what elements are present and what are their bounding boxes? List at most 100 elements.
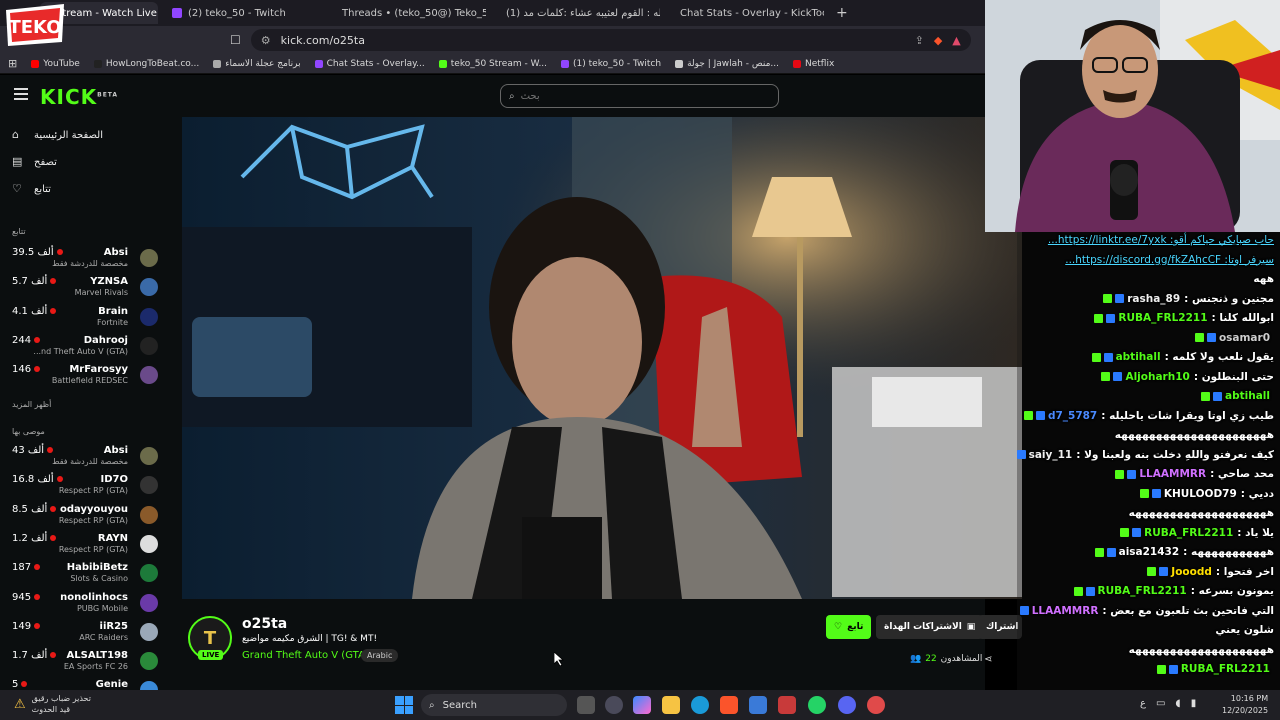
sidebar-channel[interactable]: 187 HabibiBetz Slots & Casino [12,560,162,586]
chat-username[interactable]: aisa21432 [1119,546,1180,558]
chat-username[interactable]: LLAAMMRR [1032,605,1099,617]
chat-username[interactable]: RUBA_FRL2211 [1144,527,1233,539]
chat-username[interactable]: LLAAMMRR [1139,468,1206,480]
apps-grid-icon[interactable]: ⊞ [8,57,17,70]
copilot-icon[interactable] [633,696,651,714]
store-icon[interactable] [749,696,767,714]
share-stream-icon[interactable]: ⋖ [984,654,992,665]
channel-category: ...nd Theft Auto V (GTA) [33,346,128,356]
chat-username[interactable]: abtihall [1116,351,1161,363]
bookmark-item[interactable]: (1) teko_50 - Twitch [561,59,661,69]
brave-shield-icon[interactable]: ◆ [934,34,942,47]
show-more-link[interactable]: أظهر المزيد [12,400,51,409]
kick-logo[interactable]: KICKBETA [40,85,118,109]
sidebar-channel[interactable]: 5 Genie [12,677,162,690]
bookmark-item[interactable]: YouTube [31,59,80,69]
bookmark-item[interactable]: برنامج عجلة الاسماء [213,59,301,69]
edge-icon[interactable] [691,696,709,714]
widgets-icon[interactable] [605,696,623,714]
chat-username[interactable]: KHULOOD79 [1164,488,1237,500]
sidebar-channel[interactable]: 43 ألف Absi مخصصة للدردشة فقط [12,443,162,469]
sub-badge-icon [1151,489,1161,498]
search-input[interactable] [520,90,741,102]
menu-icon[interactable] [14,88,28,100]
chat-username[interactable]: RUBA_FRL2211 [1098,585,1187,597]
chat-username[interactable]: Aljoharh10 [1125,371,1189,383]
bookmark-item[interactable]: HowLongToBeat.co... [93,59,199,69]
address-field[interactable]: ⚙ kick.com/o25ta ⇪ ◆ ▲ [250,29,971,51]
bookmark-item[interactable]: teko_50 Stream - W... [438,59,547,69]
brave-icon[interactable] [720,696,738,714]
chat-text[interactable]: ...https://discord.gg/fkZAhcCF :سيرفر او… [1065,254,1274,266]
chat-text: : هههههههههههه [1183,546,1274,558]
recorder-icon[interactable] [867,696,885,714]
sidebar-channel[interactable]: 1.7 ألف ALSALT198 EA Sports FC 26 [12,648,162,674]
follow-button[interactable]: ♡ تابع [826,615,872,639]
language-indicator[interactable]: ع [1140,698,1146,709]
sidebar-channel[interactable]: 244 Dahrooj ...nd Theft Auto V (GTA) [12,333,162,359]
chat-username[interactable]: d7_5787 [1048,410,1097,422]
sidebar-channel[interactable]: 945 nonolinhocs PUBG Mobile [12,590,162,616]
new-tab-button[interactable]: + [828,5,856,21]
language-tag[interactable]: Arabic [361,649,399,662]
nav-item[interactable]: ⌂ الصفحة الرئيسية [12,129,103,141]
gift-subs-button[interactable]: الاشتراكات الهداة ▣ [876,615,984,639]
battery-icon[interactable]: ▮ [1191,698,1197,709]
sidebar-channel[interactable]: 16.8 ألف ID7O Respect RP (GTA) [12,472,162,498]
chat-message: Aljoharh10: حتى البنطلون [1101,371,1274,383]
bookmark-star-icon[interactable]: ☐ [230,33,241,47]
browser-tab[interactable]: (1) شيله : القوم لعثيبه عشاء :كلمات مد [490,2,660,24]
subscribe-button[interactable]: اشتراك [978,615,1022,639]
weather-widget[interactable]: ⚠ تحذير ضباب رقيق قيد الحدوث [14,693,91,715]
site-settings-icon[interactable]: ⚙ [261,34,271,47]
sidebar-channel[interactable]: 4.1 ألف Brain Fortnite [12,304,162,330]
sidebar-channel[interactable]: 1.2 ألف RAYN Respect RP (GTA) [12,531,162,557]
share-icon[interactable]: ⇪ [915,34,924,47]
sidebar-channel[interactable]: 146 MrFarosyy Battlefield REDSEC [12,362,162,388]
kick-badge-icon [1094,313,1104,323]
bookmark-item[interactable]: جولة | Jawlah - منص... [675,59,779,69]
browser-tab[interactable]: Threads • (teko_50@) Teko_50 قل [326,2,486,24]
sidebar-channel[interactable]: 8.5 ألف odayyouyou Respect RP (GTA) [12,502,162,528]
bookmark-item[interactable]: Chat Stats - Overlay... [314,59,425,69]
network-icon[interactable]: ▭ [1156,698,1165,709]
live-dot-icon [50,278,57,285]
channel-name[interactable]: o25ta [242,616,287,632]
chat-username[interactable]: RUBA_FRL2211 [1118,312,1207,324]
live-dot-icon [50,307,57,314]
volume-icon[interactable]: ◖ [1175,698,1180,709]
whatsapp-icon[interactable] [808,696,826,714]
discord-icon[interactable] [838,696,856,714]
bookmark-item[interactable]: Netflix [793,59,834,69]
chat-username[interactable]: Jooodd [1171,566,1212,578]
chat-username[interactable]: rasha_89 [1127,293,1180,305]
video-player[interactable] [182,117,1022,599]
brave-rewards-icon[interactable]: ▲ [952,34,960,47]
sidebar-channel[interactable]: 149 iiR25 ARC Raiders [12,619,162,645]
stream-category[interactable]: Grand Theft Auto V (GTA) [242,650,369,661]
screen: Stream - Watch Live on✕(2) teko_50 - Twi… [0,0,1280,720]
chat-message: saiy_11: كيف نعرفتو واللهِ دخلت بنه ولعب… [1017,449,1274,461]
task-view-icon[interactable] [577,696,595,714]
windows-start-icon[interactable] [395,696,413,714]
chat-text[interactable]: ...https://linktr.ee/7yxk :حاب صبايكي حي… [1048,234,1274,246]
search-box[interactable]: ⌕ [500,84,779,108]
chat-username[interactable]: osamar0 [1219,332,1270,344]
viewers-icon: 👥 [910,654,922,664]
taskbar-search[interactable]: ⌕ Search [421,694,567,716]
app-icon[interactable] [778,696,796,714]
clock[interactable]: 10:16 PM 12/20/2025 [1222,693,1268,717]
sidebar-channel[interactable]: 5.7 ألف YZNSA Marvel Rivals [12,274,162,300]
channel-name: Absi [103,445,128,456]
browser-tab[interactable]: Chat Stats - Overlay - KickTools [664,2,824,24]
chat-username[interactable]: saiy_11 [1029,449,1073,461]
sidebar-channel[interactable]: 39.5 ألف Absi مخصصة للدردشة فقط [12,245,162,271]
tab-title: Chat Stats - Overlay - KickTools [680,7,824,19]
chat-username[interactable]: RUBA_FRL2211 [1181,663,1270,675]
file-explorer-icon[interactable] [662,696,680,714]
nav-item[interactable]: ♡ تتابع [12,183,51,195]
chat-username[interactable]: abtihall [1225,390,1270,402]
browser-tab[interactable]: (2) teko_50 - Twitch [162,2,322,24]
nav-item[interactable]: ▤ تصفح [12,156,57,168]
chat-message: شلون يعني [1215,624,1274,636]
